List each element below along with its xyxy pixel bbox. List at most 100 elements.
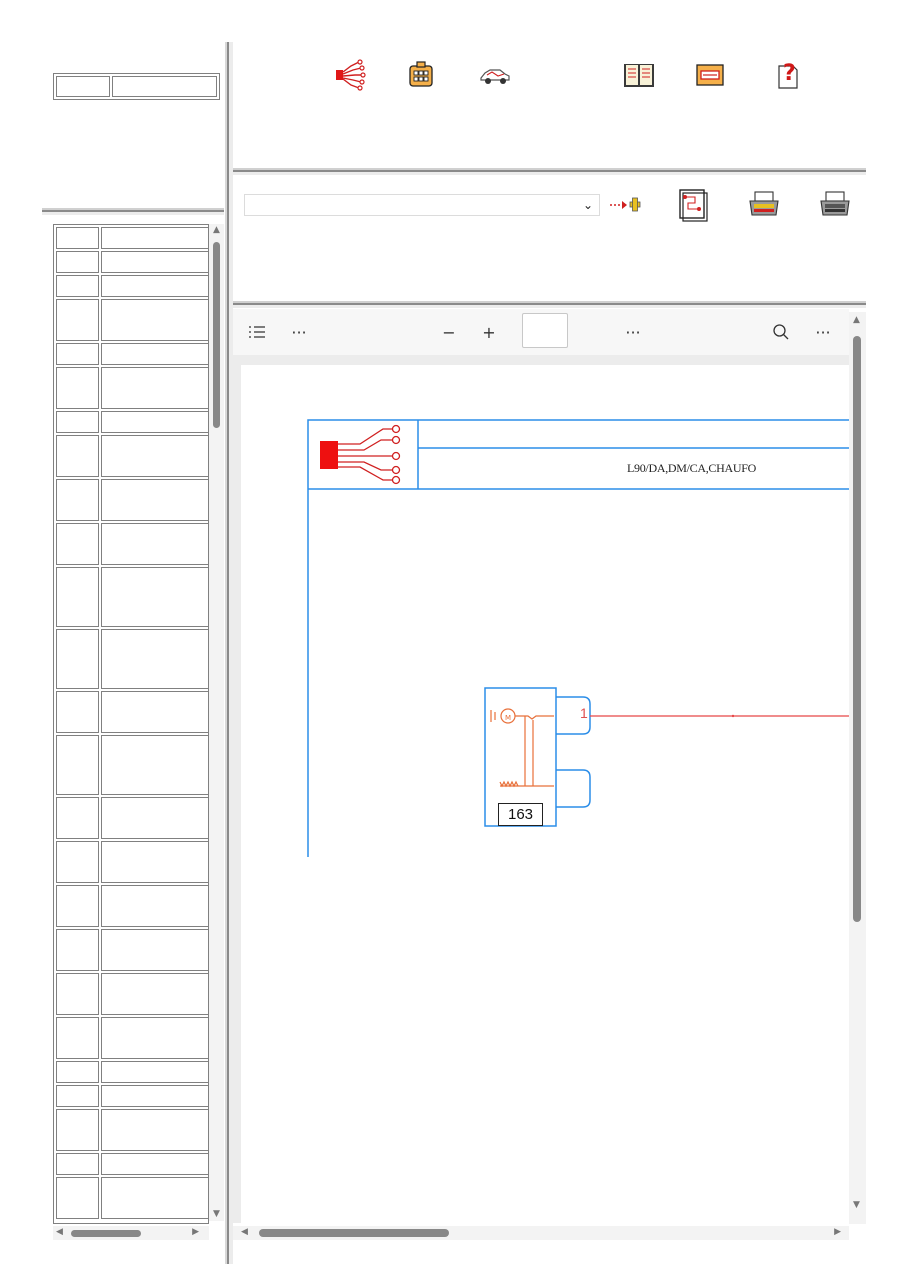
list-item[interactable] (56, 275, 208, 297)
list-item[interactable] (56, 797, 208, 839)
list-item[interactable] (56, 929, 208, 971)
list-item[interactable] (56, 735, 208, 795)
scroll-up-icon[interactable]: ▲ (213, 226, 220, 235)
middle-horizontal-splitter[interactable] (233, 300, 866, 308)
page-number-input[interactable] (522, 313, 568, 348)
scroll-left-icon[interactable]: ◀ (56, 1228, 63, 1237)
list-item-label (101, 479, 208, 521)
left-scroll-thumb[interactable] (213, 242, 220, 428)
list-item-key (56, 1153, 99, 1175)
scroll-left-icon[interactable]: ◀ (241, 1228, 248, 1237)
list-item-label (101, 1085, 208, 1107)
chevron-down-icon: ⌄ (582, 198, 593, 212)
wiring-harness-icon[interactable] (333, 58, 367, 92)
viewer-vertical-scrollbar[interactable]: ▲ ▼ (849, 312, 866, 1224)
list-item[interactable] (56, 885, 208, 927)
print-color-icon[interactable] (745, 186, 783, 224)
list-item-label (101, 1017, 208, 1059)
list-item[interactable] (56, 523, 208, 565)
list-item-key (56, 841, 99, 883)
component-list (53, 224, 209, 1224)
list-item[interactable] (56, 973, 208, 1015)
list-item[interactable] (56, 227, 208, 249)
list-item-label (101, 343, 208, 365)
scroll-right-icon[interactable]: ▶ (834, 1228, 841, 1237)
add-arrow-icon[interactable] (606, 186, 646, 224)
list-item-key (56, 973, 99, 1015)
pin-number-label: 1 (580, 705, 588, 721)
diagram-header-caption: L90/DA,DM/CA,CHAUFO (627, 461, 756, 475)
list-item-key (56, 435, 99, 477)
list-item[interactable] (56, 567, 208, 627)
list-item-label (101, 929, 208, 971)
search-button[interactable] (771, 319, 791, 345)
zoom-out-button[interactable]: − (439, 319, 459, 345)
scroll-up-icon[interactable]: ▲ (853, 316, 860, 325)
more-options-button[interactable]: ··· (289, 319, 309, 345)
list-item[interactable] (56, 343, 208, 365)
list-item-label (101, 523, 208, 565)
list-item[interactable] (56, 411, 208, 433)
list-item[interactable] (56, 435, 208, 477)
viewer-hscroll-thumb[interactable] (259, 1229, 449, 1237)
list-item-key (56, 251, 99, 273)
top-horizontal-splitter[interactable] (233, 167, 866, 175)
viewer-scroll-thumb[interactable] (853, 336, 861, 922)
list-item-label (101, 411, 208, 433)
list-item[interactable] (56, 1017, 208, 1059)
left-horizontal-splitter[interactable] (42, 207, 224, 215)
list-item-label (101, 1177, 208, 1219)
schematic-page (241, 365, 849, 1223)
schematic-select[interactable]: ⌄ (244, 194, 600, 216)
list-item-label (101, 567, 208, 627)
search-icon (773, 324, 789, 340)
schematic-page-icon[interactable] (674, 186, 712, 224)
overflow-menu-button[interactable]: ··· (813, 319, 833, 345)
book-icon[interactable] (622, 58, 656, 92)
list-item[interactable] (56, 1153, 208, 1175)
more-tools-button[interactable]: ··· (623, 319, 643, 345)
svg-text:?: ? (783, 61, 796, 86)
vehicle-icon[interactable] (478, 58, 512, 92)
left-horizontal-scrollbar[interactable]: ◀ ▶ (53, 1226, 209, 1240)
vertical-splitter[interactable] (224, 42, 233, 1264)
list-item[interactable] (56, 841, 208, 883)
scroll-right-icon[interactable]: ▶ (192, 1228, 199, 1237)
list-item[interactable] (56, 251, 208, 273)
list-item[interactable] (56, 479, 208, 521)
top-left-cell-b (112, 76, 217, 97)
list-item-key (56, 691, 99, 733)
list-item[interactable] (56, 299, 208, 341)
list-item-key (56, 735, 99, 795)
scroll-down-icon[interactable]: ▼ (213, 1210, 220, 1219)
list-item-key (56, 479, 99, 521)
viewer-horizontal-scrollbar[interactable]: ◀ ▶ (233, 1226, 849, 1240)
list-item-key (56, 1017, 99, 1059)
connector-icon[interactable] (404, 58, 438, 92)
list-item-label (101, 251, 208, 273)
list-item[interactable] (56, 1085, 208, 1107)
list-item-label (101, 1153, 208, 1175)
list-item-key (56, 1177, 99, 1219)
list-item-key (56, 929, 99, 971)
print-icon[interactable] (816, 186, 854, 224)
zoom-in-button[interactable]: + (479, 319, 499, 345)
scroll-down-icon[interactable]: ▼ (853, 1201, 860, 1210)
list-item[interactable] (56, 1061, 208, 1083)
list-item[interactable] (56, 629, 208, 689)
list-item[interactable] (56, 1109, 208, 1151)
help-icon[interactable]: ? (771, 58, 805, 92)
left-vertical-scrollbar[interactable]: ▲ ▼ (209, 224, 224, 1221)
fuse-icon[interactable] (693, 58, 727, 92)
list-item-key (56, 885, 99, 927)
list-item-label (101, 973, 208, 1015)
left-hscroll-thumb[interactable] (71, 1230, 141, 1237)
outline-button[interactable] (247, 319, 267, 345)
list-item-label (101, 885, 208, 927)
list-item-key (56, 343, 99, 365)
list-item-key (56, 1109, 99, 1151)
top-left-cell-a (56, 76, 110, 97)
list-item[interactable] (56, 691, 208, 733)
list-item[interactable] (56, 1177, 208, 1219)
list-item[interactable] (56, 367, 208, 409)
